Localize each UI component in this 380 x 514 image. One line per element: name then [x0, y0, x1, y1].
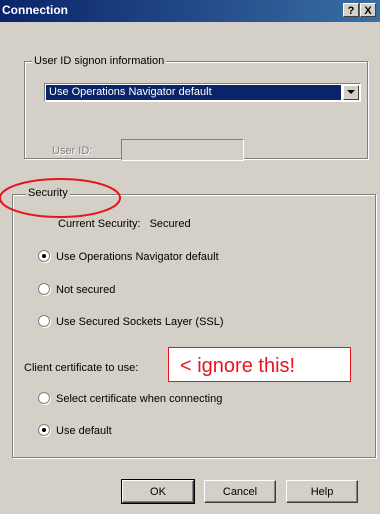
radio-label: Select certificate when connecting — [56, 393, 223, 405]
radio-label: Use Operations Navigator default — [56, 251, 219, 263]
userid-input[interactable] — [121, 139, 244, 161]
radio-select-certificate[interactable]: Select certificate when connecting — [38, 392, 222, 406]
signon-dropdown[interactable]: Use Operations Navigator default — [44, 83, 361, 102]
ok-button[interactable]: OK — [121, 479, 195, 504]
radio-indicator[interactable] — [38, 392, 50, 404]
radio-use-navigator-default[interactable]: Use Operations Navigator default — [38, 250, 219, 264]
signon-dropdown-value: Use Operations Navigator default — [46, 85, 341, 100]
client-certificate-label: Client certificate to use: — [24, 362, 139, 374]
window-title: Connection — [2, 3, 68, 17]
close-icon[interactable]: X — [360, 3, 376, 17]
dropdown-button[interactable] — [343, 85, 359, 100]
radio-label: Use default — [56, 425, 112, 437]
help-icon[interactable]: ? — [343, 3, 359, 17]
radio-indicator[interactable] — [38, 424, 50, 436]
radio-indicator[interactable] — [38, 283, 50, 295]
current-security-value: Secured — [149, 218, 191, 230]
title-bar[interactable]: Connection ? X — [0, 0, 380, 22]
connection-dialog: Connection ? X User ID signon informatio… — [0, 0, 380, 514]
radio-indicator[interactable] — [38, 315, 50, 327]
radio-use-ssl[interactable]: Use Secured Sockets Layer (SSL) — [38, 315, 224, 329]
radio-use-default[interactable]: Use default — [38, 424, 112, 438]
radio-indicator[interactable] — [38, 250, 50, 262]
chevron-down-icon — [347, 90, 355, 94]
radio-not-secured[interactable]: Not secured — [38, 283, 115, 297]
signon-group-legend: User ID signon information — [32, 54, 167, 68]
annotation-text: < ignore this! — [180, 355, 296, 377]
help-button[interactable]: Help — [286, 480, 358, 503]
radio-label: Use Secured Sockets Layer (SSL) — [56, 316, 224, 328]
radio-label: Not secured — [56, 284, 116, 296]
annotation-ellipse — [0, 178, 121, 218]
cancel-button[interactable]: Cancel — [204, 480, 276, 503]
userid-label: User ID: — [52, 145, 93, 157]
